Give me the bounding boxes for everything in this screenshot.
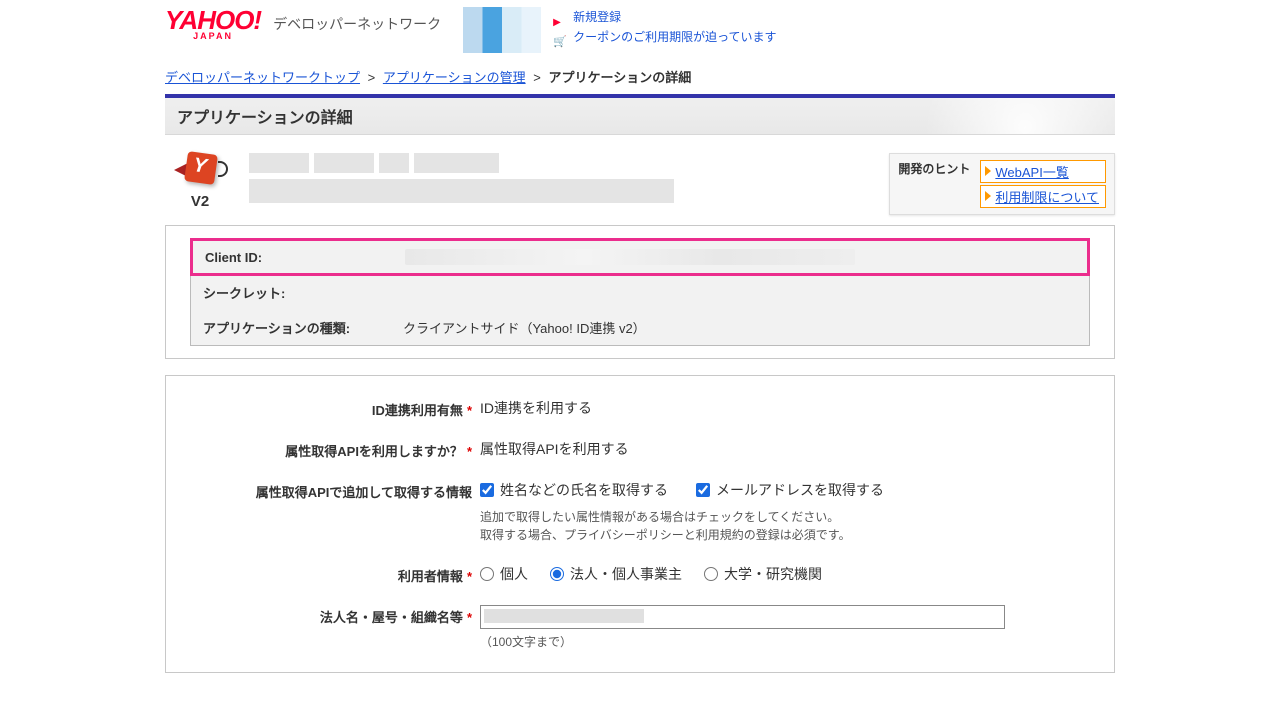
credentials-box: Client ID: シークレット: アプリケーションの種類: クライアントサイ… xyxy=(190,238,1090,346)
attr-extra-row: 属性取得APIで追加して取得する情報 姓名などの氏名を取得する メールアドレスを… xyxy=(190,470,1090,554)
client-id-value-redacted xyxy=(405,249,855,265)
breadcrumb-current: アプリケーションの詳細 xyxy=(548,70,691,85)
app-icon: V2 xyxy=(165,153,235,215)
coupon-link[interactable]: クーポンのご利用期限が迫っています xyxy=(573,27,776,47)
app-desc-redacted xyxy=(249,179,674,203)
checkbox-name[interactable]: 姓名などの氏名を取得する xyxy=(480,480,668,500)
radio-personal[interactable]: 個人 xyxy=(480,564,528,584)
breadcrumb-sep: > xyxy=(533,70,541,85)
radio-personal-input[interactable] xyxy=(480,567,494,581)
cart-icon xyxy=(553,31,567,43)
attr-extra-hint1: 追加で取得したい属性情報がある場合はチェックをしてください。 xyxy=(480,508,1090,526)
breadcrumb-manage[interactable]: アプリケーションの管理 xyxy=(383,70,526,85)
required-mark: * xyxy=(467,610,472,625)
app-name-redacted xyxy=(249,153,499,173)
radio-univ-label: 大学・研究機関 xyxy=(724,564,822,584)
app-header: V2 開発のヒント WebAPI一覧 利用制限について xyxy=(165,135,1115,225)
secret-row: シークレット: xyxy=(191,275,1089,310)
webapi-list-link[interactable]: WebAPI一覧 xyxy=(980,160,1106,183)
required-mark: * xyxy=(467,444,472,459)
required-mark: * xyxy=(467,403,472,418)
radio-corp[interactable]: 法人・個人事業主 xyxy=(550,564,682,584)
breadcrumb-top[interactable]: デベロッパーネットワークトップ xyxy=(165,70,360,85)
radio-univ-input[interactable] xyxy=(704,567,718,581)
id-link-label: ID連携利用有無 xyxy=(372,403,463,418)
attr-api-row: 属性取得APIを利用しますか？ * 属性取得APIを利用する xyxy=(190,429,1090,470)
app-type-label: アプリケーションの種類: xyxy=(203,318,403,337)
logo-tagline: デベロッパーネットワーク xyxy=(273,14,441,34)
header: YAHOO! JAPAN デベロッパーネットワーク 新規登録 クーポンのご利用期… xyxy=(165,0,1115,63)
secret-label: シークレット: xyxy=(203,283,403,302)
required-mark: * xyxy=(467,569,472,584)
attr-api-value: 属性取得APIを利用する xyxy=(480,439,1090,459)
app-meta xyxy=(249,153,889,215)
usage-limit-link[interactable]: 利用制限について xyxy=(980,185,1106,208)
id-link-row: ID連携利用有無 * ID連携を利用する xyxy=(190,388,1090,429)
megaphone-icon xyxy=(178,153,222,189)
user-type-label: 利用者情報 xyxy=(398,569,463,584)
radio-corp-input[interactable] xyxy=(550,567,564,581)
radio-univ[interactable]: 大学・研究機関 xyxy=(704,564,822,584)
radio-personal-label: 個人 xyxy=(500,564,528,584)
id-link-value: ID連携を利用する xyxy=(480,398,1090,418)
checkbox-name-label: 姓名などの氏名を取得する xyxy=(500,480,668,500)
org-name-note: （100文字まで） xyxy=(480,633,1090,650)
logo[interactable]: YAHOO! JAPAN デベロッパーネットワーク xyxy=(165,7,441,41)
attr-extra-hint2: 取得する場合、プライバシーポリシーと利用規約の登録は必須です。 xyxy=(480,526,1090,544)
dev-hints: 開発のヒント WebAPI一覧 利用制限について xyxy=(889,153,1115,215)
webapi-list-label: WebAPI一覧 xyxy=(995,162,1068,181)
header-links: 新規登録 クーポンのご利用期限が迫っています xyxy=(553,7,776,47)
page-title-bar: アプリケーションの詳細 xyxy=(165,98,1115,135)
play-icon xyxy=(553,11,567,23)
checkbox-email[interactable]: メールアドレスを取得する xyxy=(696,480,884,500)
org-name-input[interactable] xyxy=(480,605,1005,629)
breadcrumb-sep: > xyxy=(368,70,376,85)
hints-title: 開発のヒント xyxy=(898,160,970,208)
usage-limit-label: 利用制限について xyxy=(995,187,1099,206)
credentials-panel: Client ID: シークレット: アプリケーションの種類: クライアントサイ… xyxy=(165,225,1115,359)
register-link[interactable]: 新規登録 xyxy=(573,7,621,27)
page-title: アプリケーションの詳細 xyxy=(177,104,1103,128)
org-name-row: 法人名・屋号・組織名等 * （100文字まで） xyxy=(190,595,1090,660)
radio-corp-label: 法人・個人事業主 xyxy=(570,564,682,584)
checkbox-email-label: メールアドレスを取得する xyxy=(716,480,884,500)
app-type-row: アプリケーションの種類: クライアントサイド（Yahoo! ID連携 v2） xyxy=(191,310,1089,345)
checkbox-email-input[interactable] xyxy=(696,483,710,497)
attr-extra-label: 属性取得APIで追加して取得する情報 xyxy=(256,485,472,500)
client-id-label: Client ID: xyxy=(205,250,405,265)
user-type-row: 利用者情報 * 個人 法人・個人事業主 大学・研究機関 xyxy=(190,554,1090,595)
app-type-value: クライアントサイド（Yahoo! ID連携 v2） xyxy=(403,318,1077,337)
client-id-row: Client ID: xyxy=(190,238,1090,276)
checkbox-name-input[interactable] xyxy=(480,483,494,497)
app-version: V2 xyxy=(165,193,235,210)
logo-main: YAHOO! xyxy=(165,7,261,33)
form-panel: ID連携利用有無 * ID連携を利用する 属性取得APIを利用しますか？ * 属性取… xyxy=(165,375,1115,673)
chevron-right-icon xyxy=(985,164,991,179)
org-name-label: 法人名・屋号・組織名等 xyxy=(320,610,463,625)
attr-api-label: 属性取得APIを利用しますか？ xyxy=(285,444,463,459)
breadcrumb: デベロッパーネットワークトップ > アプリケーションの管理 > アプリケーション… xyxy=(165,63,1115,94)
chevron-right-icon xyxy=(985,189,991,204)
header-thumbnail xyxy=(463,7,541,53)
